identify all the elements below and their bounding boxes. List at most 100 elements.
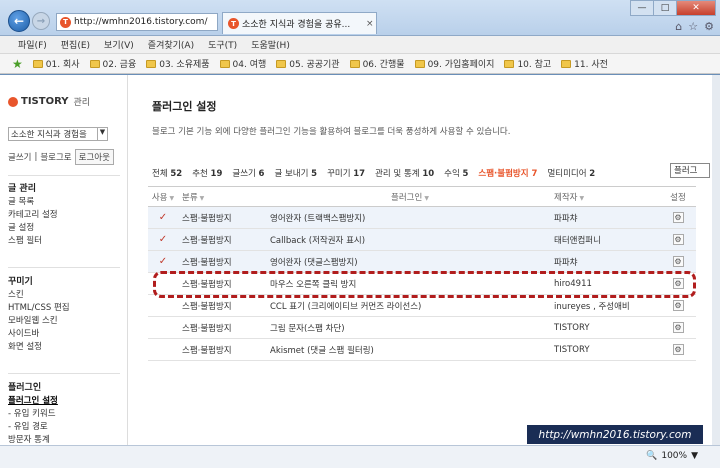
- table-row[interactable]: 스팸·불펌방지 Akismet (댓글 스팸 필터링) TISTORY ⚙: [148, 338, 696, 361]
- favorite-folder[interactable]: 09. 가입홈페이지: [414, 57, 494, 70]
- gear-icon: ⚙: [672, 256, 684, 267]
- favorite-folder[interactable]: 10. 참고: [504, 57, 551, 70]
- forward-button[interactable]: →: [32, 12, 50, 30]
- use-toggle[interactable]: ✓: [148, 206, 178, 229]
- settings-button[interactable]: ⚙: [660, 206, 696, 229]
- menu-favorites[interactable]: 즐겨찾기(A): [148, 38, 194, 51]
- plugin-author: 파파챠: [550, 250, 660, 273]
- filter-tab-send[interactable]: 글 보내기 5: [274, 167, 317, 179]
- menu-help[interactable]: 도움말(H): [251, 38, 290, 51]
- sidebar-item-post-list[interactable]: 글 목록: [8, 196, 58, 209]
- check-icon: ✓: [158, 234, 168, 245]
- favorite-folder[interactable]: 01. 회사: [32, 57, 80, 70]
- settings-button[interactable]: ⚙: [660, 250, 696, 273]
- blog-selector[interactable]: 소소한 지식과 경험을 ▼: [8, 127, 108, 141]
- plugin-name[interactable]: Callback (저작권자 표시): [266, 228, 550, 251]
- settings-button[interactable]: ⚙: [660, 316, 696, 339]
- minimize-button[interactable]: —: [630, 0, 654, 16]
- menu-tools[interactable]: 도구(T): [208, 38, 237, 51]
- sidebar-item-category[interactable]: 카테고리 설정: [8, 209, 58, 222]
- favorite-folder[interactable]: 03. 소유제품: [146, 57, 210, 70]
- filter-tab-revenue[interactable]: 수익 5: [444, 167, 468, 179]
- use-toggle[interactable]: [148, 316, 178, 339]
- table-row[interactable]: ✓ 스팸·불펌방지 영어완자 (댓글스팸방지) 파파챠 ⚙: [148, 250, 696, 273]
- table-row[interactable]: ✓ 스팸·불펌방지 영어완자 (트랙백스팸방지) 파파챠 ⚙: [148, 206, 696, 229]
- plugin-name[interactable]: 마우스 오른쪽 클릭 방지: [266, 272, 550, 295]
- sidebar-item-inflow-path[interactable]: - 유입 경로: [8, 421, 58, 434]
- vertical-scrollbar[interactable]: [712, 75, 720, 445]
- use-toggle[interactable]: [148, 272, 178, 295]
- settings-button[interactable]: ⚙: [660, 294, 696, 317]
- favorite-folder[interactable]: 04. 여행: [219, 57, 266, 70]
- filter-tab-writing[interactable]: 글쓰기 6: [232, 167, 264, 179]
- folder-icon: [349, 59, 360, 68]
- favorite-folder[interactable]: 05. 공공기관: [276, 57, 340, 70]
- table-row[interactable]: 스팸·불펌방지 마우스 오른쪽 클릭 방지 hiro4911 ⚙: [148, 272, 696, 295]
- col-author[interactable]: 제작자 ▼: [550, 186, 660, 207]
- sidebar-item-mobile-skin[interactable]: 모바일웹 스킨: [8, 315, 70, 328]
- table-row[interactable]: 스팸·불펌방지 CCL 표기 (크리에이티브 커먼즈 라이선스) inureyes …: [148, 294, 696, 317]
- table-row[interactable]: 스팸·불펌방지 그림 문자(스팸 차단) TISTORY ⚙: [148, 316, 696, 339]
- menu-view[interactable]: 보기(V): [104, 38, 134, 51]
- sort-icon: ▼: [424, 194, 429, 202]
- close-window-button[interactable]: ✕: [676, 0, 716, 16]
- filter-tab-spam[interactable]: 스팸·불펌방지 7: [478, 167, 537, 179]
- filter-tab-recommended[interactable]: 추천 19: [192, 167, 222, 179]
- zoom-control[interactable]: 🔍 100% ▼: [646, 451, 698, 461]
- filter-tab-decorate[interactable]: 꾸미기 17: [327, 167, 365, 179]
- sidebar-item-spam-filter[interactable]: 스팸 필터: [8, 235, 58, 248]
- table-row[interactable]: ✓ 스팸·불펌방지 Callback (저작권자 표시) 태터앤컴퍼니 ⚙: [148, 228, 696, 251]
- plugin-author: 태터앤컴퍼니: [550, 228, 660, 251]
- go-blog-link[interactable]: 블로그로: [40, 151, 71, 163]
- filter-tab-all[interactable]: 전체 52: [152, 167, 182, 179]
- plugin-search-input[interactable]: 플러그: [670, 163, 710, 178]
- menu-edit[interactable]: 편집(E): [61, 38, 90, 51]
- favorite-folder[interactable]: 02. 금융: [89, 57, 136, 70]
- use-toggle[interactable]: [148, 338, 178, 361]
- maximize-button[interactable]: □: [653, 0, 677, 16]
- col-use[interactable]: 사용 ▼: [148, 186, 178, 207]
- settings-button[interactable]: ⚙: [660, 338, 696, 361]
- browser-tab[interactable]: T 소소한 지식과 경험을 공유... ×: [222, 12, 377, 34]
- menu-file[interactable]: 파일(F): [18, 38, 47, 51]
- favorite-folder[interactable]: 06. 간행물: [349, 57, 405, 70]
- col-plugin[interactable]: 플러그인 ▼: [266, 186, 550, 207]
- favorites-add-star-icon[interactable]: ★: [12, 57, 23, 71]
- use-toggle[interactable]: ✓: [148, 250, 178, 273]
- home-icon[interactable]: ⌂: [675, 20, 682, 33]
- plugin-name[interactable]: 영어완자 (댓글스팸방지): [266, 250, 550, 273]
- sidebar-item-plugin-settings[interactable]: 플러그인 설정: [8, 395, 58, 408]
- favorite-folder[interactable]: 11. 사전: [561, 57, 608, 70]
- favorites-star-icon[interactable]: ☆: [688, 20, 698, 33]
- settings-gear-icon[interactable]: ⚙: [704, 20, 714, 33]
- back-arrow-icon: ←: [13, 14, 25, 28]
- plugin-name[interactable]: Akismet (댓글 스팸 필터링): [266, 338, 550, 361]
- sidebar-item-inflow-keyword[interactable]: - 유입 키워드: [8, 408, 58, 421]
- plugin-name[interactable]: CCL 표기 (크리에이티브 커먼즈 라이선스): [266, 294, 550, 317]
- tab-favicon-icon: T: [228, 18, 239, 29]
- sidebar-item-html-css[interactable]: HTML/CSS 편집: [8, 302, 70, 315]
- sidebar-item-skin[interactable]: 스킨: [8, 289, 70, 302]
- filter-tab-multimedia[interactable]: 멀티미디어 2: [547, 167, 595, 179]
- sidebar-item-post-settings[interactable]: 글 설정: [8, 222, 58, 235]
- table-header-row: 사용 ▼ 분류 ▼ 플러그인 ▼ 제작자 ▼ 설정: [148, 186, 696, 207]
- use-toggle[interactable]: [148, 294, 178, 317]
- col-category[interactable]: 분류 ▼: [178, 186, 266, 207]
- settings-button[interactable]: ⚙: [660, 228, 696, 251]
- logout-button[interactable]: 로그아웃: [74, 149, 114, 165]
- sort-icon: ▼: [579, 194, 585, 202]
- back-button[interactable]: ←: [8, 10, 30, 32]
- use-toggle[interactable]: ✓: [148, 228, 178, 251]
- window-controls: — □ ✕: [630, 0, 716, 16]
- plugin-name[interactable]: 그림 문자(스팸 차단): [266, 316, 550, 339]
- address-bar[interactable]: T http://wmhn2016.tistory.com/: [56, 13, 218, 31]
- plugin-name[interactable]: 영어완자 (트랙백스팸방지): [266, 206, 550, 229]
- write-link[interactable]: 글쓰기: [8, 151, 31, 163]
- tab-title: 소소한 지식과 경험을 공유...: [242, 20, 351, 30]
- sidebar-item-screen-settings[interactable]: 화면 설정: [8, 341, 70, 354]
- tab-close-icon[interactable]: ×: [366, 19, 374, 29]
- tistory-logo[interactable]: TISTORY 관리: [8, 95, 90, 108]
- filter-tab-stats[interactable]: 관리 및 통계 10: [375, 167, 434, 179]
- settings-button[interactable]: ⚙: [660, 272, 696, 295]
- sidebar-item-sidebar[interactable]: 사이드바: [8, 328, 70, 341]
